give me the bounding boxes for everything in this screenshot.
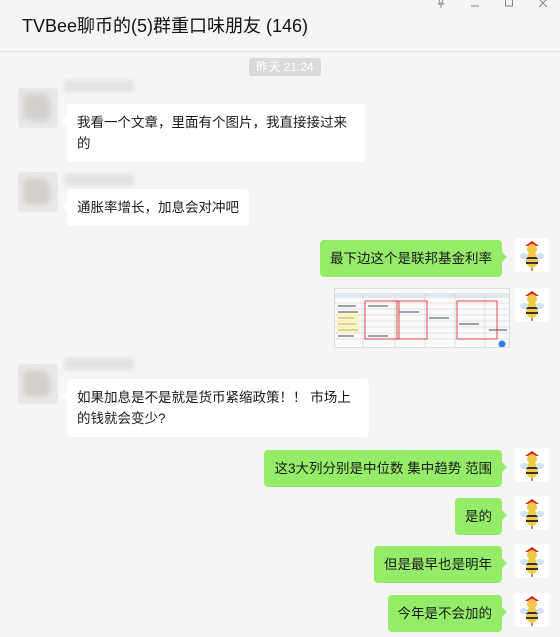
chat-area[interactable]: 昨天 21:24 我看一个文章，里面有个图片，我直接接过来 的 通胀率增长，加息… [0,52,560,637]
bee-avatar-icon [515,496,549,530]
bee-avatar-icon [515,238,549,272]
minimize-icon[interactable] [458,0,492,10]
avatar[interactable] [18,172,58,212]
message-bubble[interactable]: 是的 [455,498,507,535]
avatar[interactable] [515,593,549,627]
maximize-icon[interactable] [492,0,526,10]
message-bubble[interactable]: 这3大列分别是中位数 集中趋势 范围 [264,450,507,487]
message-bubble[interactable]: 今年是不会加的 [387,595,507,632]
image-message[interactable] [334,288,510,348]
avatar[interactable] [515,288,549,322]
avatar[interactable] [515,238,549,272]
bee-avatar-icon [515,448,549,482]
message-bubble[interactable]: 通胀率增长，加息会对冲吧 [62,189,249,226]
close-icon[interactable] [526,0,560,10]
pin-icon[interactable] [424,0,458,10]
avatar[interactable] [515,448,549,482]
sender-name-blurred [64,358,134,370]
sender-name-blurred [64,174,134,186]
avatar[interactable] [515,496,549,530]
message-bubble[interactable]: 最下边这个是联邦基金利率 [320,240,507,277]
avatar[interactable] [515,544,549,578]
sender-name-blurred [64,80,134,92]
avatar[interactable] [18,88,58,128]
message-timestamp: 昨天 21:24 [249,58,321,76]
bee-avatar-icon [515,544,549,578]
avatar[interactable] [18,364,58,404]
message-bubble[interactable]: 如果加息是不是就是货币紧缩政策！！ 市场上 的钱就会变少? [62,379,369,437]
window-controls [424,0,560,10]
bee-avatar-icon [515,593,549,627]
table-image-thumbnail [335,289,509,347]
title-bar: TVBee聊币的(5)群重口味朋友 (146) [0,0,560,52]
message-bubble[interactable]: 但是最早也是明年 [374,546,507,583]
bee-avatar-icon [515,288,549,322]
message-bubble[interactable]: 我看一个文章，里面有个图片，我直接接过来 的 [62,104,365,162]
chat-title: TVBee聊币的(5)群重口味朋友 (146) [22,16,309,36]
